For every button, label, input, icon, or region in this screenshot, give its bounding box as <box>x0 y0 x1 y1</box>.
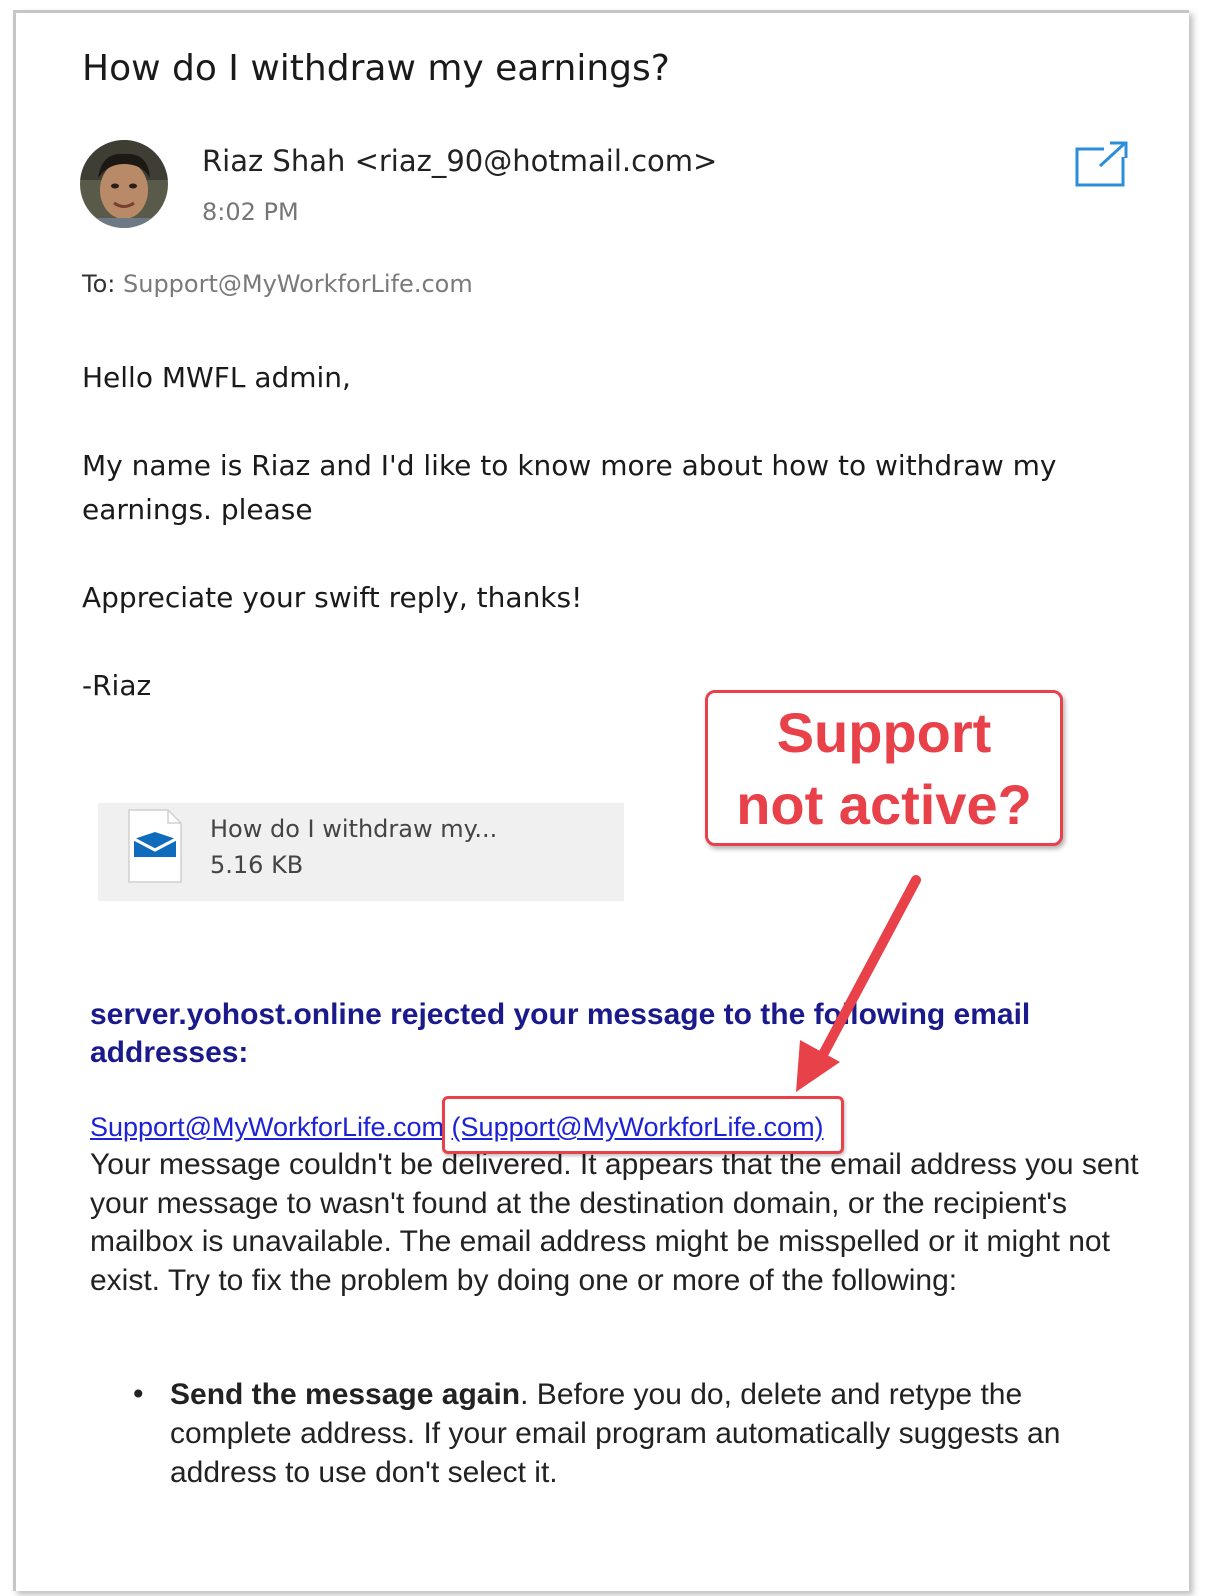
mail-envelope-icon <box>128 809 182 883</box>
bullet-bold: Send the message again <box>170 1378 521 1411</box>
bullet-text: Send the message again. Before you do, d… <box>170 1375 1130 1492</box>
to-label: To: <box>82 270 116 298</box>
recipient-address[interactable]: Support@MyWorkforLife.com <box>123 270 473 298</box>
bounce-heading: server.yohost.online rejected your messa… <box>90 998 1031 1069</box>
popout-icon[interactable] <box>1074 140 1130 188</box>
bullet-marker: • <box>130 1378 147 1411</box>
avatar <box>80 140 168 228</box>
attachment-card[interactable]: How do I withdraw my... 5.16 KB <box>98 803 624 901</box>
sender-name: Riaz Shah <riaz_90@hotmail.com> <box>202 144 718 178</box>
annotation-callout: Support not active? <box>705 690 1063 846</box>
signoff: -Riaz <box>82 669 152 702</box>
rejected-address-link[interactable]: Support@MyWorkforLife.com <box>90 1112 444 1142</box>
recipient-line: To: Support@MyWorkforLife.com <box>82 270 473 298</box>
email-subject: How do I withdraw my earnings? <box>82 48 670 89</box>
callout-line-2: not active? <box>736 773 1032 836</box>
body-paragraph: My name is Riaz and I'd like to know mor… <box>82 449 1057 526</box>
greeting: Hello MWFL admin, <box>82 361 351 394</box>
attachment-size: 5.16 KB <box>210 851 304 879</box>
body-paragraph: Appreciate your swift reply, thanks! <box>82 581 583 614</box>
bounce-body: Your message couldn't be delivered. It a… <box>90 1148 1139 1297</box>
highlight-box <box>442 1096 844 1154</box>
attachment-name: How do I withdraw my... <box>210 815 498 843</box>
sent-time: 8:02 PM <box>202 198 299 226</box>
callout-line-1: Support <box>776 701 992 764</box>
